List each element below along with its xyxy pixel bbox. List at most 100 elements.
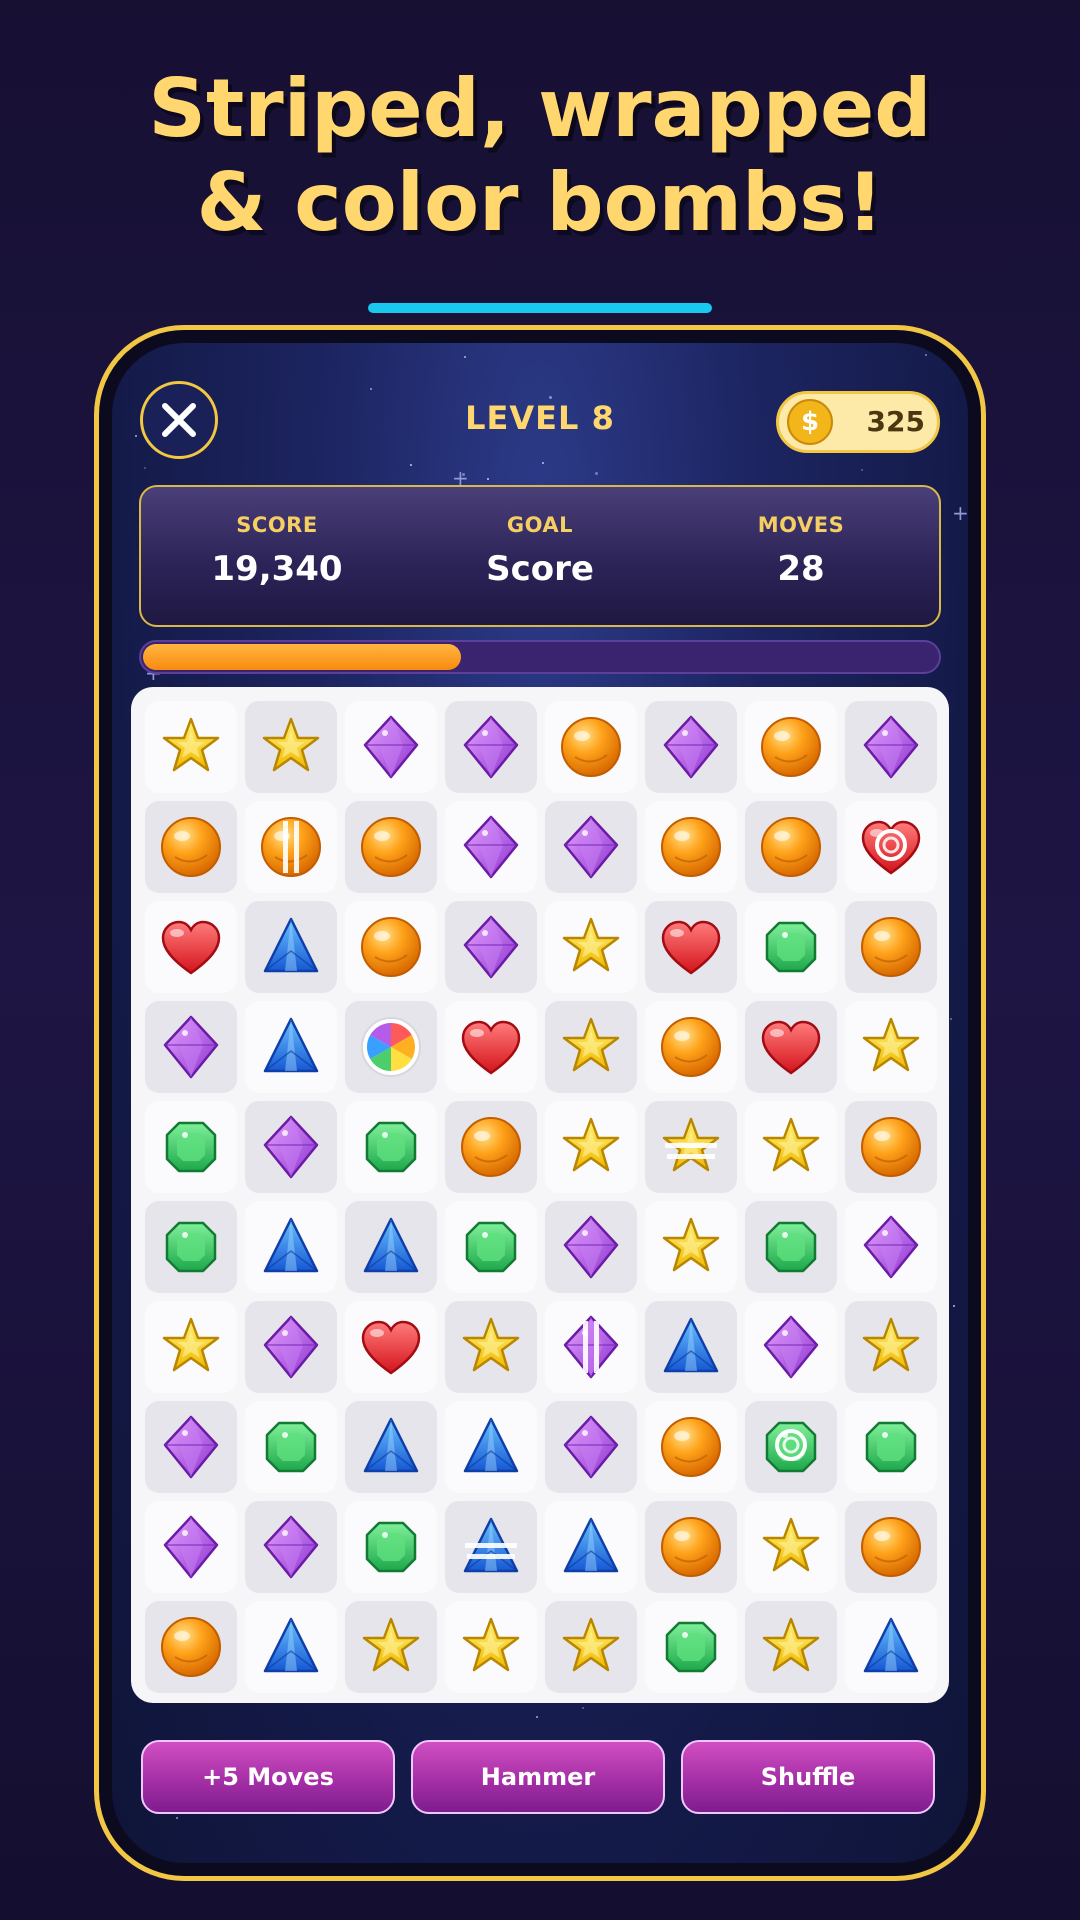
board-cell-r2-c2[interactable] bbox=[245, 801, 337, 893]
board-cell-r7-c8[interactable] bbox=[845, 1301, 937, 1393]
board-cell-r8-c1[interactable] bbox=[145, 1401, 237, 1493]
board-cell-r3-c8[interactable] bbox=[845, 901, 937, 993]
board-cell-r10-c4[interactable] bbox=[445, 1601, 537, 1693]
board-cell-r10-c3[interactable] bbox=[345, 1601, 437, 1693]
board-cell-r8-c6[interactable] bbox=[645, 1401, 737, 1493]
board-cell-r6-c8[interactable] bbox=[845, 1201, 937, 1293]
diamond-gem-icon bbox=[263, 1315, 319, 1379]
board-cell-r1-c2[interactable] bbox=[245, 701, 337, 793]
board-cell-r5-c2[interactable] bbox=[245, 1101, 337, 1193]
background-star bbox=[144, 467, 146, 469]
board-cell-r10-c1[interactable] bbox=[145, 1601, 237, 1693]
board-cell-r8-c8[interactable] bbox=[845, 1401, 937, 1493]
board-cell-r9-c6[interactable] bbox=[645, 1501, 737, 1593]
orb-gem-icon bbox=[661, 1417, 721, 1477]
board-cell-r4-c4[interactable] bbox=[445, 1001, 537, 1093]
board-cell-r2-c3[interactable] bbox=[345, 801, 437, 893]
board-cell-r2-c5[interactable] bbox=[545, 801, 637, 893]
orb-gem-icon bbox=[661, 1517, 721, 1577]
board-cell-r3-c2[interactable] bbox=[245, 901, 337, 993]
board-cell-r8-c4[interactable] bbox=[445, 1401, 537, 1493]
board-cell-r7-c6[interactable] bbox=[645, 1301, 737, 1393]
board-cell-r1-c3[interactable] bbox=[345, 701, 437, 793]
board-cell-r1-c5[interactable] bbox=[545, 701, 637, 793]
board-cell-r2-c4[interactable] bbox=[445, 801, 537, 893]
board-cell-r7-c4[interactable] bbox=[445, 1301, 537, 1393]
board-cell-r1-c6[interactable] bbox=[645, 701, 737, 793]
diamond-gem-icon bbox=[163, 1515, 219, 1579]
background-star bbox=[542, 462, 544, 464]
board-cell-r3-c3[interactable] bbox=[345, 901, 437, 993]
board-cell-r4-c6[interactable] bbox=[645, 1001, 737, 1093]
board-cell-r1-c4[interactable] bbox=[445, 701, 537, 793]
diamond-gem-icon bbox=[163, 1015, 219, 1079]
board-cell-r3-c6[interactable] bbox=[645, 901, 737, 993]
board-cell-r6-c5[interactable] bbox=[545, 1201, 637, 1293]
goal-label: GOAL bbox=[506, 513, 574, 537]
shuffle-button[interactable]: Shuffle bbox=[681, 1740, 935, 1814]
background-star bbox=[464, 356, 466, 358]
board-cell-r10-c5[interactable] bbox=[545, 1601, 637, 1693]
board-cell-r5-c3[interactable] bbox=[345, 1101, 437, 1193]
board-cell-r10-c6[interactable] bbox=[645, 1601, 737, 1693]
board-cell-r9-c7[interactable] bbox=[745, 1501, 837, 1593]
board-cell-r8-c7[interactable] bbox=[745, 1401, 837, 1493]
board-cell-r1-c8[interactable] bbox=[845, 701, 937, 793]
heart-gem-icon bbox=[661, 920, 721, 975]
board-cell-r5-c8[interactable] bbox=[845, 1101, 937, 1193]
board-cell-r6-c3[interactable] bbox=[345, 1201, 437, 1293]
board-cell-r4-c7[interactable] bbox=[745, 1001, 837, 1093]
board-cell-r9-c1[interactable] bbox=[145, 1501, 237, 1593]
board-cell-r6-c1[interactable] bbox=[145, 1201, 237, 1293]
board-cell-r6-c4[interactable] bbox=[445, 1201, 537, 1293]
board-cell-r6-c2[interactable] bbox=[245, 1201, 337, 1293]
color-bomb-gem-icon bbox=[361, 1017, 421, 1077]
board-cell-r9-c5[interactable] bbox=[545, 1501, 637, 1593]
board-cell-r5-c6[interactable] bbox=[645, 1101, 737, 1193]
board-cell-r9-c8[interactable] bbox=[845, 1501, 937, 1593]
board-cell-r3-c7[interactable] bbox=[745, 901, 837, 993]
board-cell-r10-c8[interactable] bbox=[845, 1601, 937, 1693]
board-cell-r9-c3[interactable] bbox=[345, 1501, 437, 1593]
board-cell-r8-c2[interactable] bbox=[245, 1401, 337, 1493]
board-cell-r2-c6[interactable] bbox=[645, 801, 737, 893]
diamond-gem-icon bbox=[563, 1415, 619, 1479]
board-cell-r7-c3[interactable] bbox=[345, 1301, 437, 1393]
board-cell-r3-c1[interactable] bbox=[145, 901, 237, 993]
orb-striped-v-gem-icon bbox=[261, 817, 321, 877]
board-cell-r5-c4[interactable] bbox=[445, 1101, 537, 1193]
board-cell-r4-c5[interactable] bbox=[545, 1001, 637, 1093]
board-cell-r1-c1[interactable] bbox=[145, 701, 237, 793]
board-cell-r5-c1[interactable] bbox=[145, 1101, 237, 1193]
board-cell-r2-c1[interactable] bbox=[145, 801, 237, 893]
plus-five-moves-button[interactable]: +5 Moves bbox=[141, 1740, 395, 1814]
hammer-button[interactable]: Hammer bbox=[411, 1740, 665, 1814]
board-cell-r8-c3[interactable] bbox=[345, 1401, 437, 1493]
board-cell-r1-c7[interactable] bbox=[745, 701, 837, 793]
board-cell-r4-c3[interactable] bbox=[345, 1001, 437, 1093]
board-cell-r3-c4[interactable] bbox=[445, 901, 537, 993]
coin-balance[interactable]: $ 325 bbox=[776, 391, 940, 453]
board-cell-r6-c7[interactable] bbox=[745, 1201, 837, 1293]
board-cell-r8-c5[interactable] bbox=[545, 1401, 637, 1493]
board-cell-r2-c8[interactable] bbox=[845, 801, 937, 893]
board-cell-r9-c4[interactable] bbox=[445, 1501, 537, 1593]
board-cell-r5-c5[interactable] bbox=[545, 1101, 637, 1193]
board-cell-r10-c2[interactable] bbox=[245, 1601, 337, 1693]
star-striped-h-gem-icon bbox=[662, 1117, 720, 1172]
board-cell-r4-c2[interactable] bbox=[245, 1001, 337, 1093]
board-cell-r7-c5[interactable] bbox=[545, 1301, 637, 1393]
board-cell-r7-c7[interactable] bbox=[745, 1301, 837, 1393]
board-cell-r5-c7[interactable] bbox=[745, 1101, 837, 1193]
board-cell-r10-c7[interactable] bbox=[745, 1601, 837, 1693]
board-cell-r2-c7[interactable] bbox=[745, 801, 837, 893]
board-cell-r7-c2[interactable] bbox=[245, 1301, 337, 1393]
board-cell-r6-c6[interactable] bbox=[645, 1201, 737, 1293]
board-cell-r3-c5[interactable] bbox=[545, 901, 637, 993]
orb-gem-icon bbox=[661, 817, 721, 877]
board-cell-r4-c8[interactable] bbox=[845, 1001, 937, 1093]
board-cell-r7-c1[interactable] bbox=[145, 1301, 237, 1393]
board-cell-r9-c2[interactable] bbox=[245, 1501, 337, 1593]
background-star bbox=[487, 478, 489, 480]
board-cell-r4-c1[interactable] bbox=[145, 1001, 237, 1093]
